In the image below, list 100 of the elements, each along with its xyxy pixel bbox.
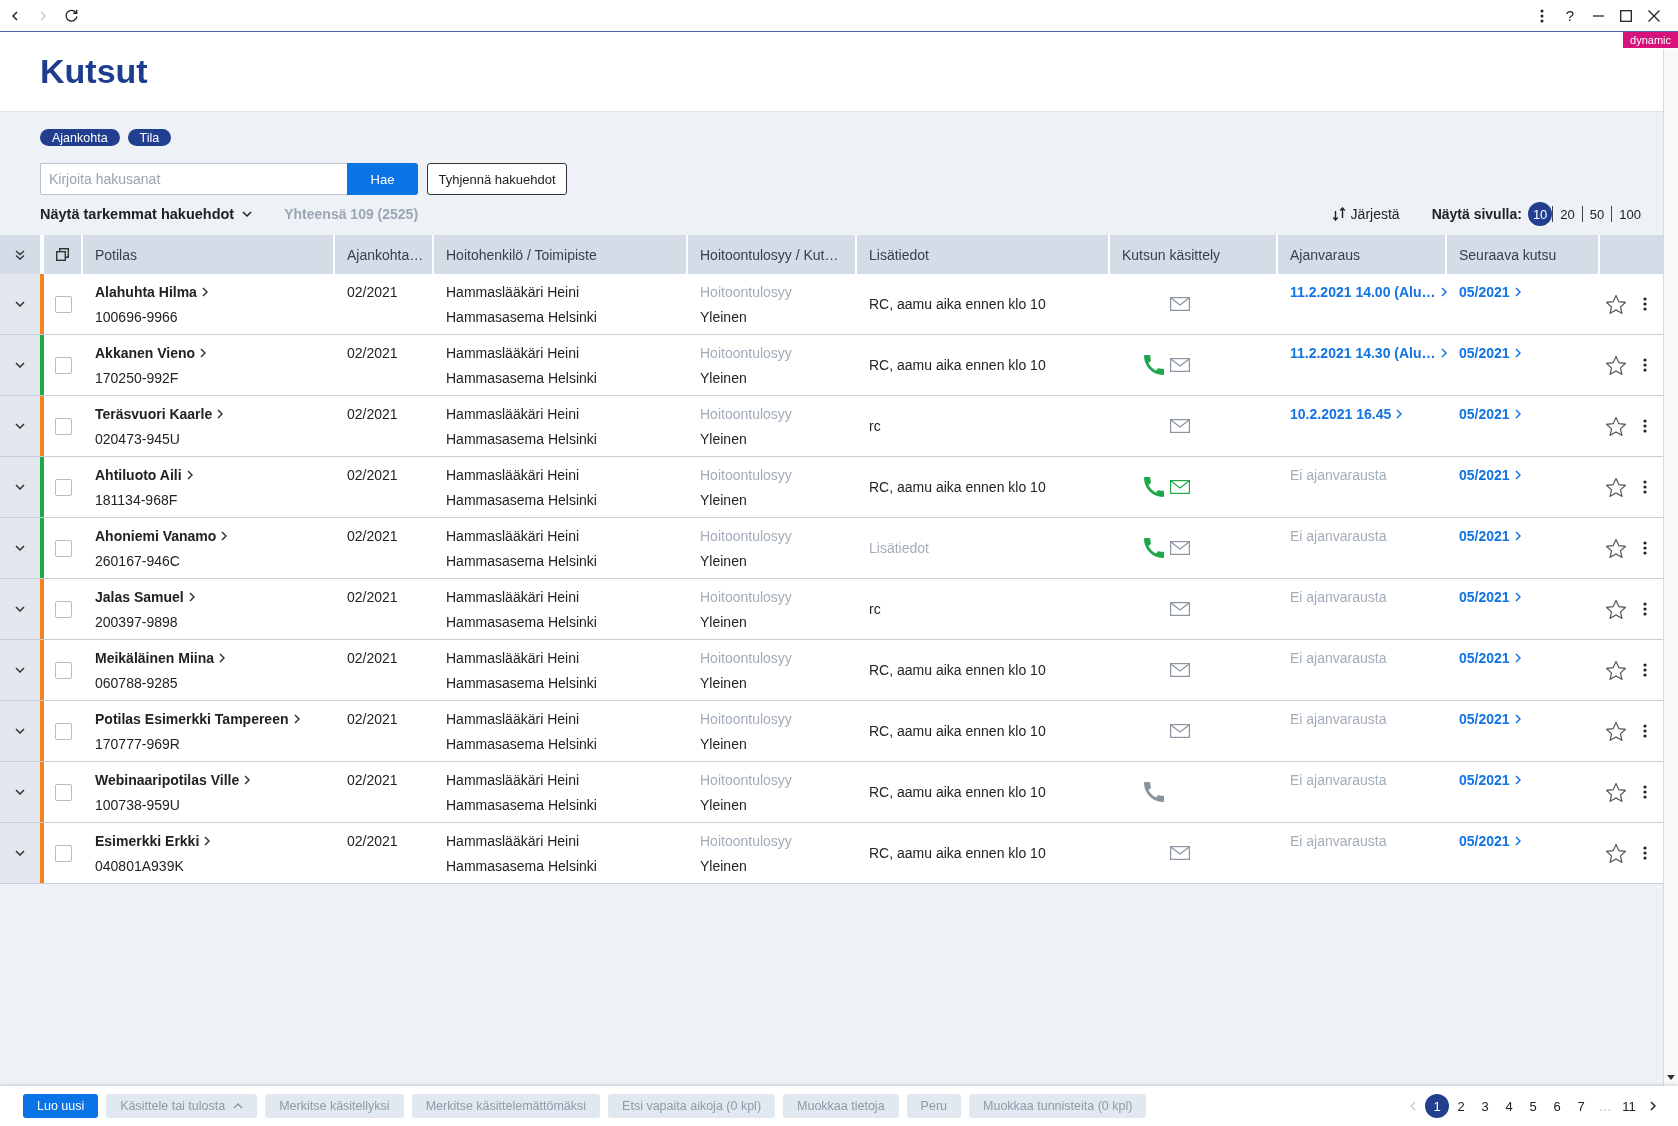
action-button[interactable]: Luo uusi bbox=[23, 1094, 99, 1118]
column-header[interactable]: Potilas bbox=[83, 235, 335, 274]
chevron-right-icon[interactable] bbox=[244, 774, 251, 785]
row-checkbox[interactable] bbox=[55, 600, 72, 618]
search-button[interactable]: Hae bbox=[347, 163, 418, 195]
envelope-icon[interactable] bbox=[1170, 724, 1190, 738]
booking-link[interactable]: 11.2.2021 14.00 (Alu… bbox=[1290, 283, 1436, 300]
row-checkbox[interactable] bbox=[55, 478, 72, 496]
chevron-right-icon[interactable] bbox=[186, 469, 193, 480]
sort-button[interactable]: Järjestä bbox=[1331, 206, 1400, 222]
patient-name-link[interactable]: Jalas Samuel bbox=[95, 588, 184, 605]
chevron-right-icon[interactable] bbox=[188, 591, 195, 602]
star-icon[interactable] bbox=[1606, 416, 1626, 436]
caret-down-icon[interactable] bbox=[1667, 1075, 1675, 1080]
page-number[interactable]: 3 bbox=[1473, 1094, 1497, 1118]
envelope-icon[interactable] bbox=[1170, 358, 1190, 372]
chevron-right-icon[interactable] bbox=[204, 835, 211, 846]
next-page-icon[interactable] bbox=[1650, 1101, 1656, 1111]
envelope-icon[interactable] bbox=[1170, 541, 1190, 555]
page-number[interactable]: 6 bbox=[1545, 1094, 1569, 1118]
row-checkbox[interactable] bbox=[55, 783, 72, 801]
star-icon[interactable] bbox=[1606, 721, 1626, 741]
envelope-icon[interactable] bbox=[1170, 663, 1190, 677]
page-size-option[interactable]: 50 bbox=[1582, 202, 1612, 226]
phone-icon[interactable] bbox=[1144, 355, 1164, 375]
more-filters-toggle[interactable]: Näytä tarkemmat hakuehdot bbox=[40, 206, 253, 222]
clear-filters-button[interactable]: Tyhjennä hakuehdot bbox=[427, 163, 567, 195]
patient-name-link[interactable]: Akkanen Vieno bbox=[95, 344, 196, 361]
filter-chip[interactable]: Tila bbox=[127, 129, 172, 146]
filter-chip[interactable]: Ajankohta bbox=[40, 129, 120, 146]
phone-icon[interactable] bbox=[1144, 782, 1164, 802]
kebab-menu-icon[interactable] bbox=[1643, 358, 1647, 372]
next-call-link[interactable]: 05/2021 bbox=[1459, 710, 1510, 727]
patient-name-link[interactable]: Webinaaripotilas Ville bbox=[95, 771, 240, 788]
star-icon[interactable] bbox=[1606, 843, 1626, 863]
column-header[interactable]: Hoitohenkilö / Toimipiste bbox=[434, 235, 688, 274]
star-icon[interactable] bbox=[1606, 538, 1626, 558]
minimize-icon[interactable] bbox=[1592, 14, 1604, 17]
column-header[interactable]: Ajankohta… bbox=[335, 235, 434, 274]
patient-name-link[interactable]: Ahoniemi Vanamo bbox=[95, 527, 217, 544]
scrollbar[interactable] bbox=[1663, 49, 1678, 1086]
next-call-link[interactable]: 05/2021 bbox=[1459, 649, 1510, 666]
back-icon[interactable] bbox=[12, 10, 18, 21]
kebab-menu-icon[interactable] bbox=[1643, 785, 1647, 799]
kebab-menu-icon[interactable] bbox=[1643, 602, 1647, 616]
envelope-icon[interactable] bbox=[1170, 602, 1190, 616]
kebab-menu-icon[interactable] bbox=[1643, 846, 1647, 860]
star-icon[interactable] bbox=[1606, 599, 1626, 619]
patient-name-link[interactable]: Ahtiluoto Aili bbox=[95, 466, 182, 483]
chevron-right-icon[interactable] bbox=[217, 408, 224, 419]
row-checkbox[interactable] bbox=[55, 295, 72, 313]
patient-name-link[interactable]: Esimerkki Erkki bbox=[95, 832, 200, 849]
kebab-menu-icon[interactable] bbox=[1643, 541, 1647, 555]
next-call-link[interactable]: 05/2021 bbox=[1459, 405, 1510, 422]
booking-link[interactable]: 11.2.2021 14.30 (Alu… bbox=[1290, 344, 1436, 361]
row-checkbox[interactable] bbox=[55, 844, 72, 862]
kebab-menu-icon[interactable] bbox=[1643, 297, 1647, 311]
next-call-link[interactable]: 05/2021 bbox=[1459, 588, 1510, 605]
envelope-icon[interactable] bbox=[1170, 419, 1190, 433]
page-number[interactable]: 1 bbox=[1425, 1094, 1449, 1118]
phone-icon[interactable] bbox=[1144, 477, 1164, 497]
column-header[interactable]: Ajanvaraus bbox=[1278, 235, 1447, 274]
help-button[interactable]: ? bbox=[1565, 6, 1575, 25]
column-header[interactable]: Seuraava kutsu bbox=[1447, 235, 1600, 274]
phone-icon[interactable] bbox=[1144, 538, 1164, 558]
reload-icon[interactable] bbox=[64, 9, 78, 22]
kebab-menu-icon[interactable] bbox=[1643, 419, 1647, 433]
row-checkbox[interactable] bbox=[55, 661, 72, 679]
page-number[interactable]: 5 bbox=[1521, 1094, 1545, 1118]
page-size-option[interactable]: 100 bbox=[1612, 202, 1648, 226]
maximize-icon[interactable] bbox=[1620, 9, 1632, 22]
envelope-icon[interactable] bbox=[1170, 480, 1190, 494]
chevron-right-icon[interactable] bbox=[221, 530, 228, 541]
close-icon[interactable] bbox=[1648, 9, 1660, 22]
chevron-right-icon[interactable] bbox=[200, 347, 207, 358]
page-number[interactable]: 7 bbox=[1569, 1094, 1593, 1118]
patient-name-link[interactable]: Potilas Esimerkki Tampereen bbox=[95, 710, 289, 727]
star-icon[interactable] bbox=[1606, 782, 1626, 802]
chevron-right-icon[interactable] bbox=[201, 286, 208, 297]
patient-name-link[interactable]: Alahuhta Hilma bbox=[95, 283, 197, 300]
row-checkbox[interactable] bbox=[55, 417, 72, 435]
search-field[interactable]: Kirjoita hakusanat bbox=[40, 163, 347, 195]
kebab-menu-icon[interactable] bbox=[1643, 480, 1647, 494]
column-header[interactable]: Kutsun käsittely bbox=[1110, 235, 1278, 274]
kebab-menu-icon[interactable] bbox=[1643, 724, 1647, 738]
star-icon[interactable] bbox=[1606, 294, 1626, 314]
column-header[interactable]: Hoitoontulosyy / Kut… bbox=[688, 235, 857, 274]
page-number[interactable]: 2 bbox=[1449, 1094, 1473, 1118]
star-icon[interactable] bbox=[1606, 477, 1626, 497]
page-number[interactable]: 11 bbox=[1617, 1094, 1641, 1118]
envelope-icon[interactable] bbox=[1170, 846, 1190, 860]
column-header[interactable]: Lisätiedot bbox=[857, 235, 1110, 274]
booking-link[interactable]: 10.2.2021 16.45 bbox=[1290, 405, 1392, 422]
next-call-link[interactable]: 05/2021 bbox=[1459, 771, 1510, 788]
star-icon[interactable] bbox=[1606, 660, 1626, 680]
star-icon[interactable] bbox=[1606, 355, 1626, 375]
envelope-icon[interactable] bbox=[1170, 297, 1190, 311]
page-number[interactable]: 4 bbox=[1497, 1094, 1521, 1118]
page-size-option[interactable]: 20 bbox=[1553, 202, 1582, 226]
patient-name-link[interactable]: Meikäläinen Miina bbox=[95, 649, 215, 666]
